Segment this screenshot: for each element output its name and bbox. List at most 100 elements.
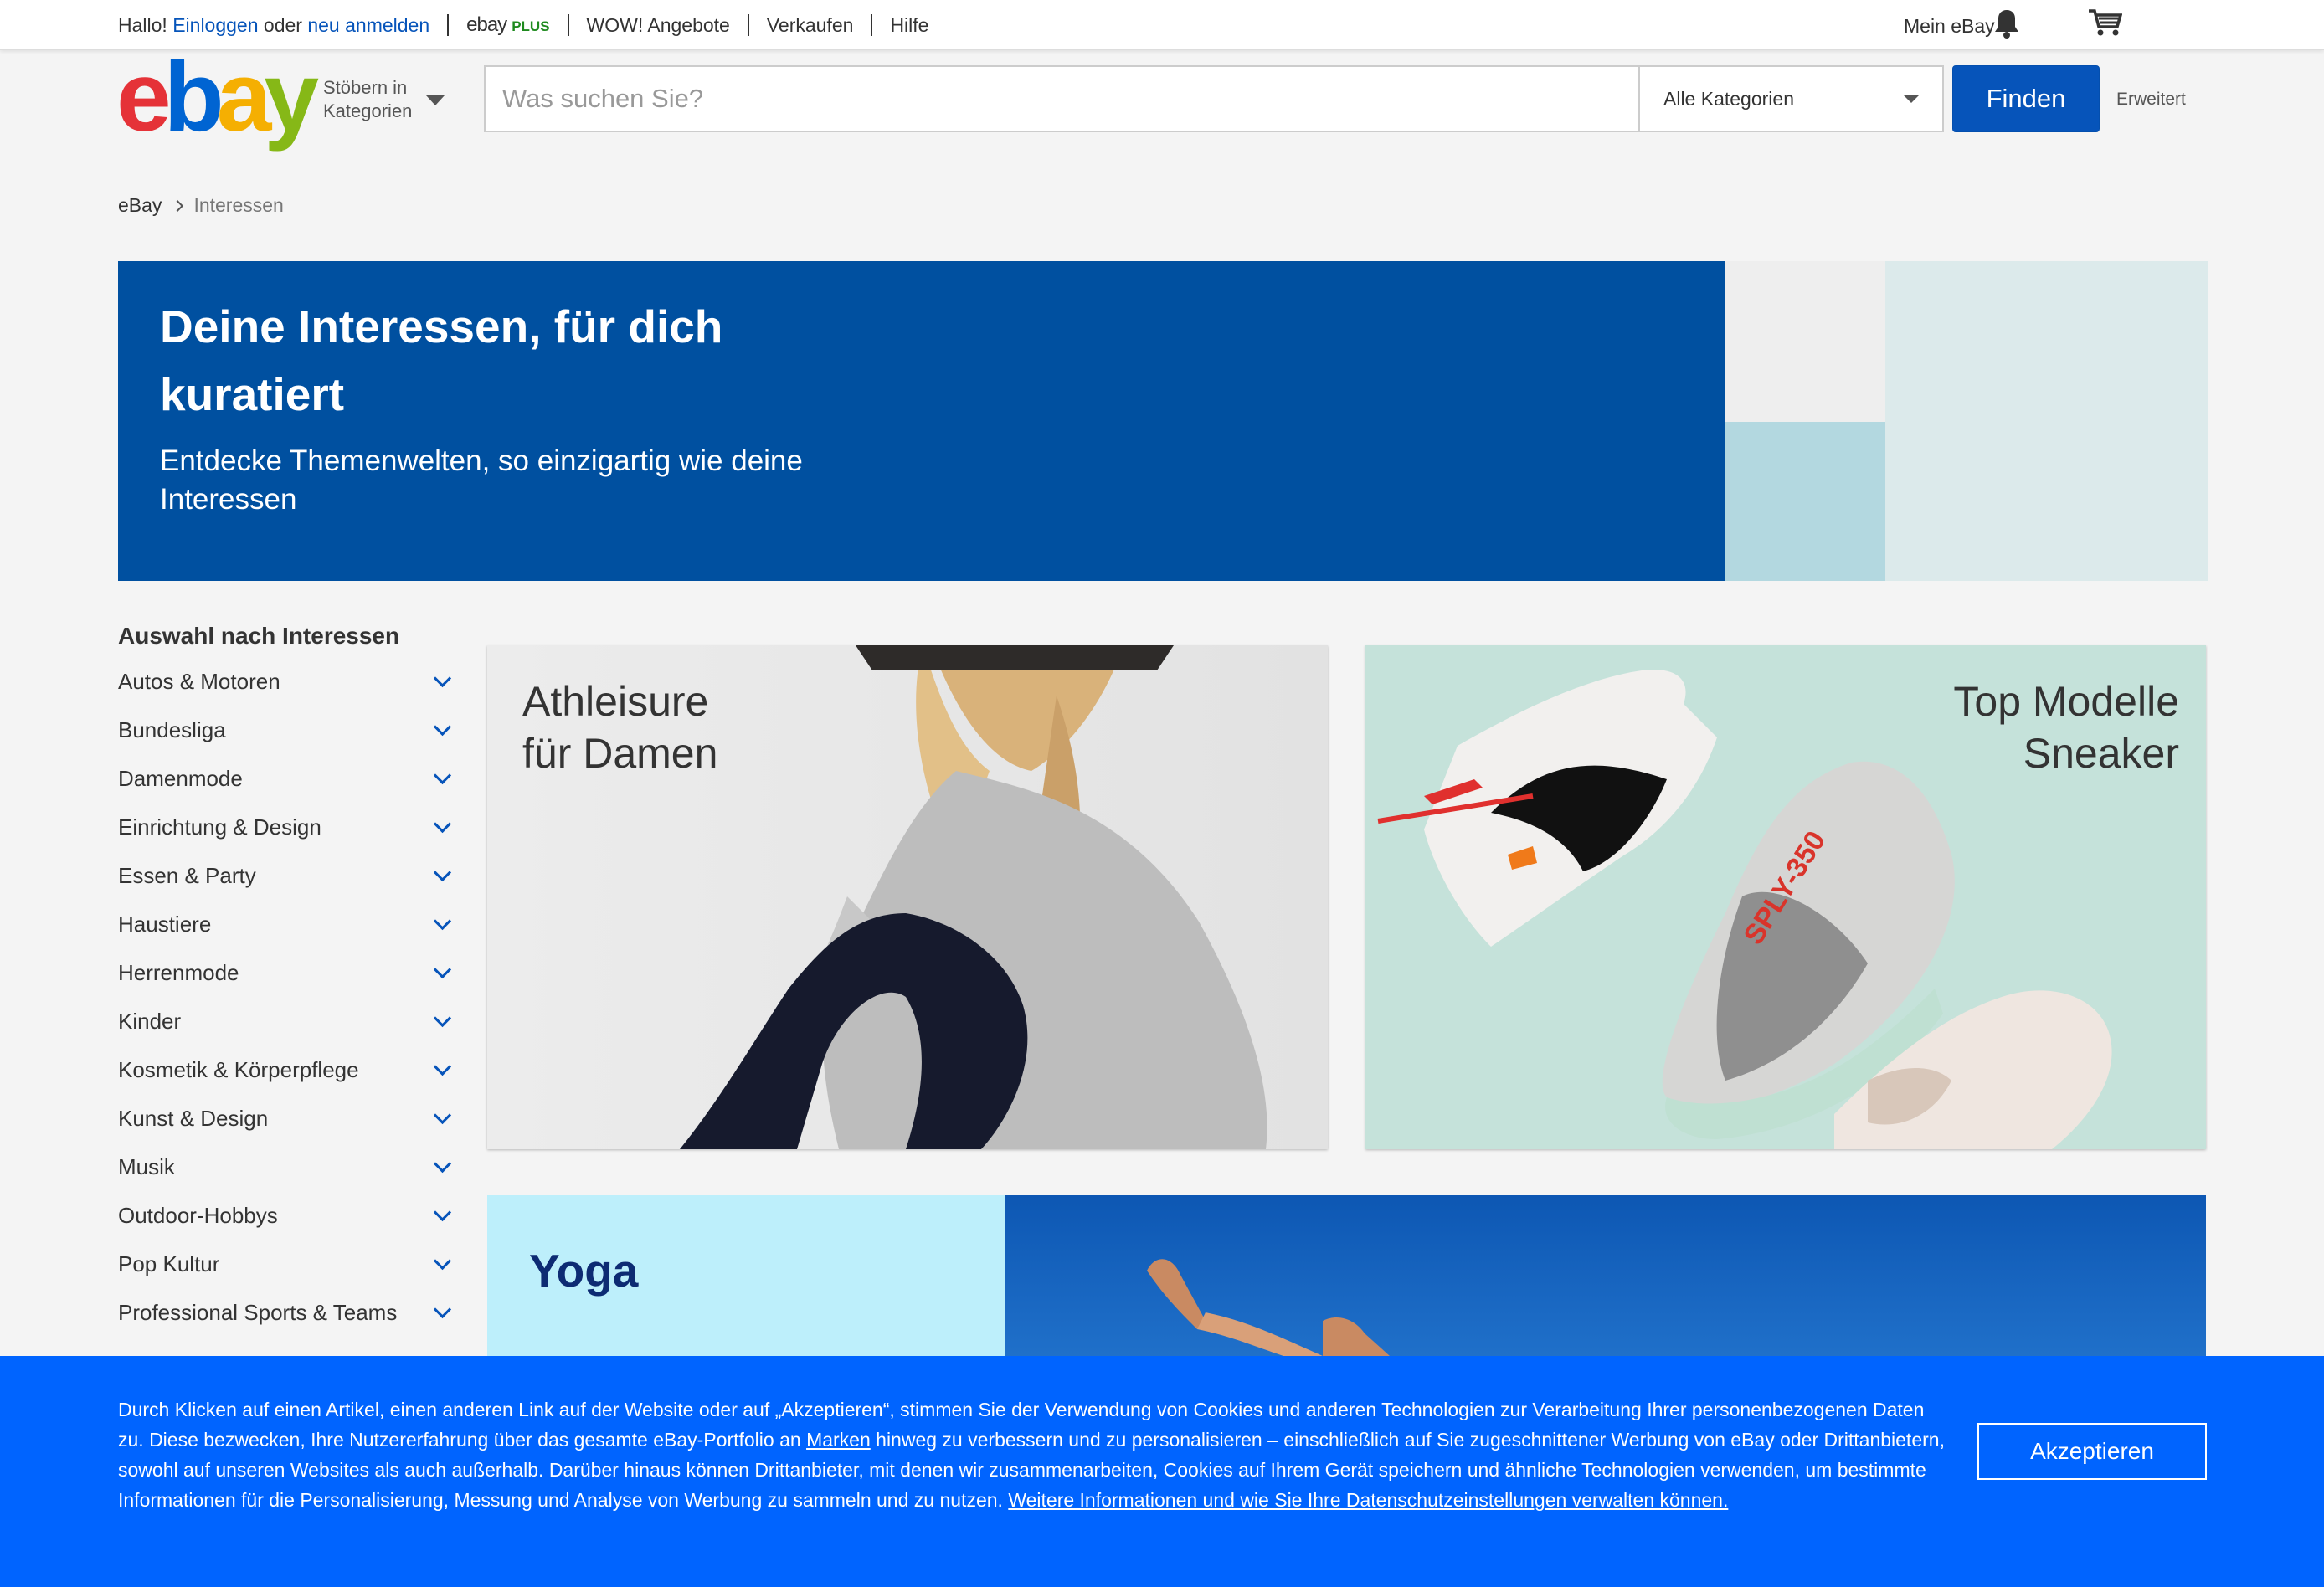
sidebar-item-popkultur[interactable]: Pop Kultur xyxy=(118,1240,457,1288)
interest-card-athleisure[interactable]: Athleisure für Damen xyxy=(487,645,1328,1149)
logo-letter-e: e xyxy=(116,42,172,152)
divider xyxy=(567,14,569,36)
sidebar-item-label: Musik xyxy=(118,1153,175,1179)
accept-cookies-button[interactable]: Akzeptieren xyxy=(1977,1423,2207,1480)
chevron-down-icon[interactable] xyxy=(433,1057,452,1076)
register-link[interactable]: neu anmelden xyxy=(307,14,429,37)
chevron-down-icon[interactable] xyxy=(433,669,452,687)
chevron-down-icon[interactable] xyxy=(433,1203,452,1221)
interest-card-sneaker[interactable]: SPLY-350 Top Modelle Sneaker xyxy=(1365,645,2206,1149)
sidebar-item-label: Essen & Party xyxy=(118,862,256,888)
help-link[interactable]: Hilfe xyxy=(890,14,928,37)
sidebar-item-kinder[interactable]: Kinder xyxy=(118,997,457,1045)
ebay-plus-brand: ebay xyxy=(466,13,507,36)
divider xyxy=(447,14,450,36)
search-box xyxy=(484,65,1639,132)
sidebar-item-label: Autos & Motoren xyxy=(118,668,280,694)
browse-categories-button[interactable]: Stöbern in Kategorien xyxy=(323,76,412,123)
sidebar-item-sports[interactable]: Professional Sports & Teams xyxy=(118,1288,457,1337)
interest-list: Autos & Motoren Bundesliga Damenmode Ein… xyxy=(118,657,457,1337)
deals-link[interactable]: WOW! Angebote xyxy=(587,14,730,37)
chevron-down-icon[interactable] xyxy=(433,912,452,930)
sidebar-item-label: Kunst & Design xyxy=(118,1105,269,1131)
search-button[interactable]: Finden xyxy=(1952,65,2100,132)
chevron-down-icon[interactable] xyxy=(433,1251,452,1270)
logo-letter-y: y xyxy=(264,42,319,152)
chevron-down-icon[interactable] xyxy=(433,1154,452,1173)
logo-letter-b: b xyxy=(163,42,224,152)
sidebar-item-label: Bundesliga xyxy=(118,716,226,742)
sidebar-item-label: Outdoor-Hobbys xyxy=(118,1202,278,1228)
hero-decor-block xyxy=(1725,261,1885,422)
hero-title: Deine Interessen, für dich kuratiert xyxy=(160,300,723,420)
sidebar-item-einrichtung[interactable]: Einrichtung & Design xyxy=(118,803,457,851)
chevron-down-icon[interactable] xyxy=(433,1009,452,1027)
ebay-logo[interactable]: ebay xyxy=(116,48,319,146)
cookie-consent-banner: Durch Klicken auf einen Artikel, einen a… xyxy=(0,1356,2324,1587)
card-title-line-1: Athleisure xyxy=(522,678,709,725)
sidebar-item-damenmode[interactable]: Damenmode xyxy=(118,754,457,803)
card-title-line-2: Sneaker xyxy=(2023,730,2179,777)
advanced-search-link[interactable]: Erweitert xyxy=(2116,90,2186,110)
sidebar-item-essen[interactable]: Essen & Party xyxy=(118,851,457,900)
category-select-value: Alle Kategorien xyxy=(1663,88,1794,110)
brands-link[interactable]: Marken xyxy=(806,1429,871,1451)
hero-subtitle: Entdecke Themenwelten, so einzigartig wi… xyxy=(160,444,803,516)
chevron-down-icon xyxy=(426,95,445,105)
sell-link[interactable]: Verkaufen xyxy=(767,14,854,37)
chevron-down-icon[interactable] xyxy=(433,1300,452,1318)
hero-decor-block xyxy=(1725,422,1885,581)
sidebar-item-label: Professional Sports & Teams xyxy=(118,1299,398,1325)
chevron-right-icon xyxy=(172,199,184,212)
category-select[interactable]: Alle Kategorien xyxy=(1639,65,1944,132)
chevron-down-icon[interactable] xyxy=(433,960,452,978)
my-ebay-link[interactable]: Mein eBay xyxy=(1904,15,1995,38)
privacy-settings-link[interactable]: Weitere Informationen und wie Sie Ihre D… xyxy=(1008,1489,1728,1511)
sidebar-title: Auswahl nach Interessen xyxy=(118,623,400,649)
sidebar-item-autos[interactable]: Autos & Motoren xyxy=(118,657,457,706)
sidebar-item-outdoor[interactable]: Outdoor-Hobbys xyxy=(118,1191,457,1240)
chevron-down-icon[interactable] xyxy=(433,814,452,833)
sidebar-item-herrenmode[interactable]: Herrenmode xyxy=(118,948,457,997)
hero-banner: Deine Interessen, für dich kuratiert Ent… xyxy=(118,261,2208,581)
sidebar-item-haustiere[interactable]: Haustiere xyxy=(118,900,457,948)
divider xyxy=(871,14,873,36)
login-link[interactable]: Einloggen xyxy=(172,14,258,37)
shopping-cart-icon[interactable] xyxy=(2087,8,2122,37)
sidebar-item-musik[interactable]: Musik xyxy=(118,1143,457,1191)
top-navigation-bar: Hallo! Einloggen oder neu anmelden ebay … xyxy=(0,0,2324,50)
card-title-line-1: Top Modelle xyxy=(1953,678,2179,725)
sidebar-item-kunst[interactable]: Kunst & Design xyxy=(118,1094,457,1143)
ebay-plus-link[interactable]: ebay PLUS xyxy=(466,13,549,37)
chevron-down-icon[interactable] xyxy=(433,766,452,784)
card-title: Athleisure für Damen xyxy=(522,675,717,779)
or-text: oder xyxy=(263,13,302,36)
sidebar-item-label: Einrichtung & Design xyxy=(118,814,321,840)
search-input[interactable] xyxy=(486,67,1632,131)
ebay-plus-tag: PLUS xyxy=(512,18,550,34)
notification-bell-icon[interactable] xyxy=(1993,8,2020,39)
chevron-down-icon[interactable] xyxy=(433,1106,452,1124)
sidebar-item-label: Kinder xyxy=(118,1008,182,1034)
card-title-line-2: für Damen xyxy=(522,730,718,777)
sidebar-item-kosmetik[interactable]: Kosmetik & Körperpflege xyxy=(118,1045,457,1094)
cookie-text: Durch Klicken auf einen Artikel, einen a… xyxy=(118,1394,1951,1515)
chevron-down-icon[interactable] xyxy=(433,717,452,736)
chevron-down-icon[interactable] xyxy=(433,863,452,881)
yoga-title: Yoga xyxy=(529,1245,639,1297)
divider xyxy=(747,14,749,36)
browse-line-1: Stöbern in xyxy=(323,77,408,98)
logo-letter-a: a xyxy=(216,42,272,152)
sidebar-item-label: Damenmode xyxy=(118,765,243,791)
chevron-down-icon xyxy=(1904,95,1919,103)
breadcrumb-home[interactable]: eBay xyxy=(118,194,162,217)
sidebar-item-label: Haustiere xyxy=(118,911,212,937)
greeting-text: Hallo! xyxy=(118,13,167,36)
hero-decor-block xyxy=(1885,261,2208,581)
sidebar-item-label: Pop Kultur xyxy=(118,1251,220,1276)
breadcrumb: eBay Interessen xyxy=(118,194,284,217)
breadcrumb-current: Interessen xyxy=(193,194,284,216)
sidebar-item-bundesliga[interactable]: Bundesliga xyxy=(118,706,457,754)
browse-line-2: Kategorien xyxy=(323,100,413,121)
card-title: Top Modelle Sneaker xyxy=(1953,675,2179,779)
